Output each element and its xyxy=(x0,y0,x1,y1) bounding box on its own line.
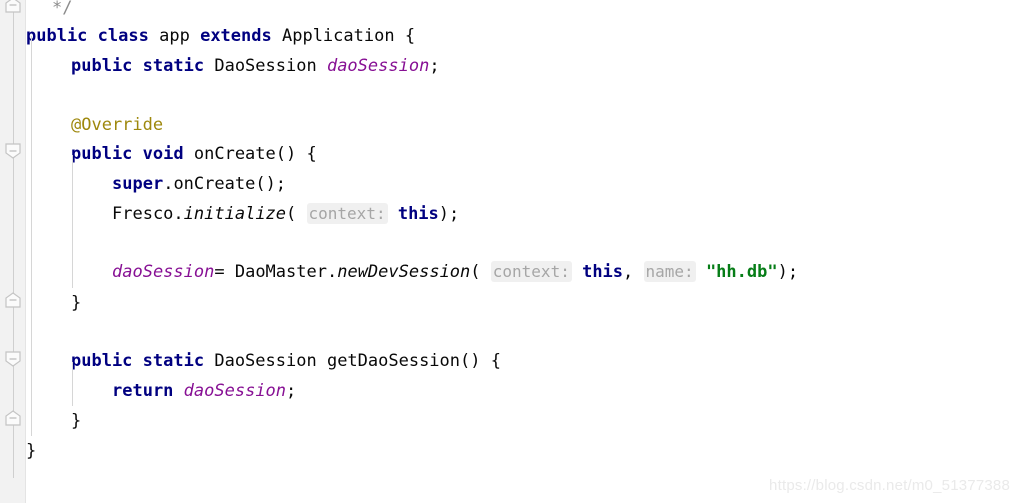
code-token: Application xyxy=(281,26,395,46)
code-line[interactable]: public class app extends Application { xyxy=(26,21,415,51)
code-token: ; xyxy=(286,381,297,401)
csdn-watermark: https://blog.csdn.net/m0_51377388 xyxy=(769,477,1010,494)
code-token: ; xyxy=(429,56,440,76)
code-token: initialize xyxy=(183,204,287,224)
indent-guide-class-body xyxy=(31,36,32,436)
keyword-token: this xyxy=(397,204,439,224)
code-line[interactable]: super.onCreate(); xyxy=(26,169,286,199)
fold-region-line xyxy=(13,418,14,478)
code-line[interactable]: } xyxy=(26,406,81,436)
indent-guide-oncreate-body xyxy=(72,155,73,288)
code-line[interactable]: Fresco.initialize( context: this); xyxy=(26,199,459,229)
keyword-token: public xyxy=(71,351,133,371)
code-token: } xyxy=(26,441,37,461)
code-line[interactable] xyxy=(26,228,112,258)
keyword-token: extends xyxy=(200,26,272,46)
code-token: ); xyxy=(777,262,799,282)
code-token: ( xyxy=(470,262,491,282)
code-token: daoSession xyxy=(112,262,215,282)
code-line[interactable]: } xyxy=(26,288,81,318)
code-token: , xyxy=(623,262,644,282)
keyword-token: public xyxy=(71,144,133,164)
fold-marker-start-oncreate[interactable] xyxy=(4,142,22,160)
fold-marker-start-getter[interactable] xyxy=(4,350,22,368)
code-content[interactable]: */ public class app extends Application {… xyxy=(26,0,1024,503)
code-line[interactable]: public static DaoSession getDaoSession()… xyxy=(26,346,501,376)
code-token: getDaoSession xyxy=(326,351,461,371)
annotation-token: @Override xyxy=(71,115,164,135)
code-token: daoSession xyxy=(183,381,287,401)
code-line[interactable]: @Override xyxy=(26,110,163,140)
keyword-token: return xyxy=(112,381,174,401)
parameter-hint: context: xyxy=(490,261,572,282)
code-token: onCreate xyxy=(173,174,256,194)
code-token: Fresco xyxy=(112,204,174,224)
code-token: ( xyxy=(286,204,307,224)
code-token: () { xyxy=(460,351,501,371)
string-literal: "hh.db" xyxy=(705,262,778,282)
code-token: ); xyxy=(438,204,460,224)
code-line[interactable]: daoSession= DaoMaster.newDevSession( con… xyxy=(26,257,798,287)
keyword-token: public xyxy=(71,56,133,76)
code-line[interactable]: public static DaoSession daoSession; xyxy=(26,51,440,81)
code-line[interactable]: return daoSession; xyxy=(26,376,296,406)
keyword-token: super xyxy=(112,174,164,194)
code-token: newDevSession xyxy=(337,262,471,282)
keyword-token: class xyxy=(97,26,149,46)
keyword-token: this xyxy=(582,262,624,282)
keyword-token: void xyxy=(142,144,184,164)
fold-marker-end-oncreate[interactable] xyxy=(4,291,22,309)
keyword-token: static xyxy=(142,351,205,371)
indent-guide-getter-body xyxy=(72,362,73,406)
code-token: DaoSession xyxy=(214,351,317,371)
code-line[interactable]: */ xyxy=(26,0,72,23)
fold-region-line xyxy=(13,5,14,151)
code-line[interactable] xyxy=(26,81,71,111)
code-token: { xyxy=(394,26,416,46)
code-token: () { xyxy=(275,144,317,164)
parameter-hint: name: xyxy=(643,261,696,282)
code-token: = xyxy=(214,262,235,282)
code-token: . xyxy=(163,174,174,194)
code-token: DaoSession xyxy=(214,56,317,76)
gutter-divider xyxy=(25,0,26,503)
code-line[interactable]: } xyxy=(26,436,36,466)
fold-marker-end-comment[interactable] xyxy=(4,0,22,14)
fold-marker-end-getter[interactable] xyxy=(4,409,22,427)
code-token: } xyxy=(71,293,82,313)
code-token: DaoMaster xyxy=(234,262,327,282)
keyword-token: static xyxy=(142,56,205,76)
code-token: . xyxy=(173,204,184,224)
code-token: onCreate xyxy=(193,144,276,164)
code-line[interactable] xyxy=(26,317,71,347)
comment-token: */ xyxy=(52,0,73,18)
code-editor[interactable]: */ public class app extends Application {… xyxy=(0,0,1024,503)
fold-region-line xyxy=(13,151,14,300)
parameter-hint: context: xyxy=(306,203,388,224)
code-token: } xyxy=(71,411,82,431)
code-line[interactable]: public void onCreate() { xyxy=(26,139,317,169)
code-token: app xyxy=(159,26,190,46)
code-token: . xyxy=(326,262,338,282)
code-token: daoSession xyxy=(326,56,430,76)
keyword-token: public xyxy=(26,26,88,46)
code-token: (); xyxy=(255,174,287,194)
